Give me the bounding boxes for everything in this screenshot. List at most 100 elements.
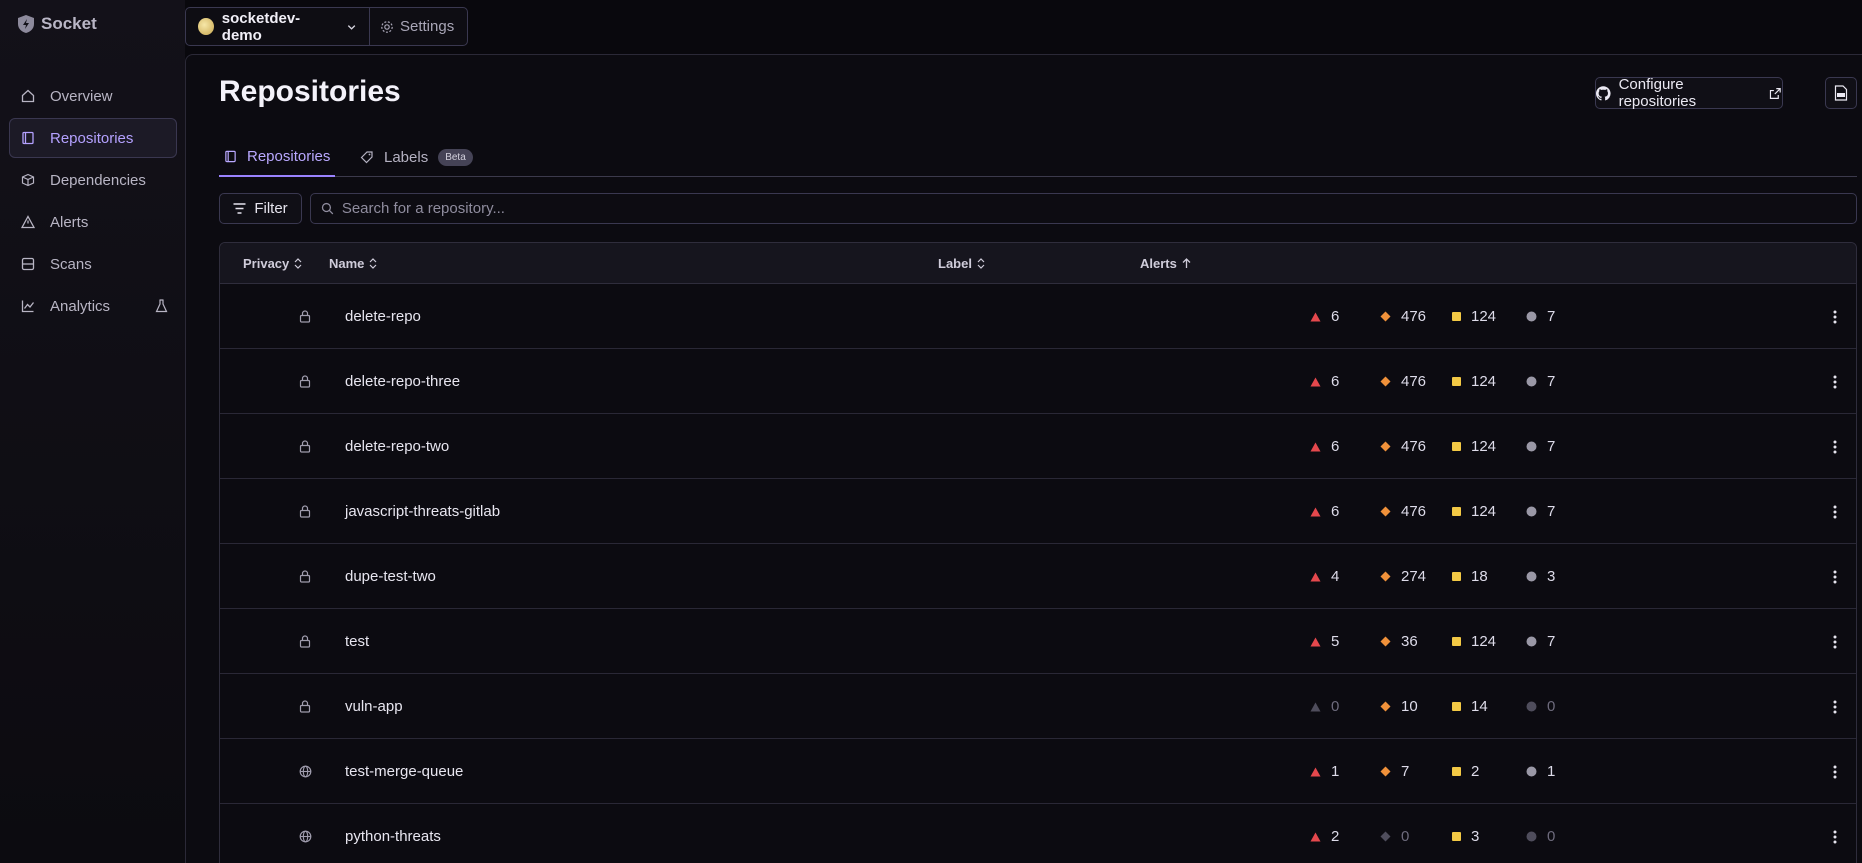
low-alert-count[interactable]: 0 [1526,674,1555,739]
table-row[interactable]: dupe-test-two 4 274 18 3 [220,544,1856,609]
low-alert-count[interactable]: 1 [1526,739,1555,804]
sort-ascending-icon [1182,258,1191,268]
critical-alert-count[interactable]: 1 [1310,739,1339,804]
critical-alert-count[interactable]: 4 [1310,544,1339,609]
repo-name-link[interactable]: delete-repo-three [345,349,460,414]
filter-button[interactable]: Filter [219,193,302,224]
medium-alert-count[interactable]: 2 [1452,739,1479,804]
page-title: Repositories [219,75,401,108]
critical-alert-count[interactable]: 6 [1310,284,1339,349]
tab-bar: Repositories Labels Beta [219,137,1857,177]
repo-name-link[interactable]: javascript-threats-gitlab [345,479,500,544]
export-pdf-button[interactable] [1825,77,1857,109]
table-row[interactable]: delete-repo-three 6 476 124 7 [220,349,1856,414]
configure-repositories-button[interactable]: Configure repositories [1595,76,1783,110]
socket-logo[interactable]: Socket [17,14,97,34]
sidebar-item-scans[interactable]: Scans [9,244,177,284]
org-select-button[interactable]: socketdev-demo [186,8,370,45]
triangle-icon [1310,832,1321,842]
low-alert-count[interactable]: 7 [1526,349,1555,414]
high-alert-count[interactable]: 10 [1380,674,1418,739]
alert-count: 18 [1471,568,1488,585]
square-icon [1452,702,1461,711]
low-alert-count[interactable]: 0 [1526,804,1555,863]
table-row[interactable]: test-merge-queue 1 7 2 1 [220,739,1856,804]
github-icon [1596,85,1611,100]
medium-alert-count[interactable]: 124 [1452,284,1496,349]
alert-count: 124 [1471,503,1497,520]
high-alert-count[interactable]: 36 [1380,609,1418,674]
high-alert-count[interactable]: 274 [1380,544,1426,609]
critical-alert-count[interactable]: 5 [1310,609,1339,674]
sidebar-item-overview[interactable]: Overview [9,76,177,116]
low-alert-count[interactable]: 7 [1526,284,1555,349]
alert-count: 6 [1331,438,1340,455]
critical-alert-count[interactable]: 6 [1310,414,1339,479]
sidebar-item-analytics[interactable]: Analytics [9,286,177,326]
repo-name-link[interactable]: python-threats [345,804,441,863]
repo-name-link[interactable]: delete-repo [345,284,421,349]
external-link-icon [1770,87,1782,99]
critical-alert-count[interactable]: 2 [1310,804,1339,863]
triangle-icon [1310,312,1321,322]
medium-alert-count[interactable]: 18 [1452,544,1488,609]
medium-alert-count[interactable]: 14 [1452,674,1488,739]
low-alert-count[interactable]: 7 [1526,414,1555,479]
sidebar-item-repositories[interactable]: Repositories [9,118,177,158]
table-row[interactable]: delete-repo 6 476 124 7 [220,284,1856,349]
medium-alert-count[interactable]: 124 [1452,479,1496,544]
more-vertical-icon [1833,830,1837,843]
sidebar-item-dependencies[interactable]: Dependencies [9,160,177,200]
row-menu-button[interactable] [1833,414,1837,479]
row-menu-button[interactable] [1833,739,1837,804]
table-row[interactable]: python-threats 2 0 3 0 [220,804,1856,863]
repo-name-link[interactable]: dupe-test-two [345,544,436,609]
medium-alert-count[interactable]: 124 [1452,609,1496,674]
repo-name-link[interactable]: vuln-app [345,674,403,739]
label-column-header[interactable]: Label [938,243,985,284]
repo-name-link[interactable]: delete-repo-two [345,414,449,479]
medium-alert-count[interactable]: 124 [1452,414,1496,479]
table-row[interactable]: javascript-threats-gitlab 6 476 124 7 [220,479,1856,544]
critical-alert-count[interactable]: 6 [1310,479,1339,544]
medium-alert-count[interactable]: 3 [1452,804,1479,863]
critical-alert-count[interactable]: 0 [1310,674,1339,739]
high-alert-count[interactable]: 476 [1380,284,1426,349]
row-menu-button[interactable] [1833,479,1837,544]
high-alert-count[interactable]: 476 [1380,414,1426,479]
org-switcher: socketdev-demo Settings [185,7,468,46]
high-alert-count[interactable]: 7 [1380,739,1409,804]
tab-labels[interactable]: Labels Beta [355,137,478,177]
row-menu-button[interactable] [1833,284,1837,349]
row-menu-button[interactable] [1833,804,1837,863]
medium-alert-count[interactable]: 124 [1452,349,1496,414]
low-alert-count[interactable]: 7 [1526,479,1555,544]
high-alert-count[interactable]: 476 [1380,349,1426,414]
name-column-header[interactable]: Name [329,243,377,284]
lock-icon [299,674,311,739]
diamond-icon [1380,701,1391,712]
tab-repositories[interactable]: Repositories [219,137,336,177]
settings-button[interactable]: Settings [370,8,464,45]
more-vertical-icon [1833,505,1837,518]
high-alert-count[interactable]: 476 [1380,479,1426,544]
row-menu-button[interactable] [1833,349,1837,414]
repo-name-link[interactable]: test-merge-queue [345,739,463,804]
search-input[interactable] [341,200,1856,217]
low-alert-count[interactable]: 7 [1526,609,1555,674]
privacy-column-header[interactable]: Privacy [243,243,302,284]
table-row[interactable]: vuln-app 0 10 14 0 [220,674,1856,739]
high-alert-count[interactable]: 0 [1380,804,1409,863]
row-menu-button[interactable] [1833,674,1837,739]
repo-name-link[interactable]: test [345,609,369,674]
table-row[interactable]: test 5 36 124 7 [220,609,1856,674]
home-icon [20,88,36,104]
row-menu-button[interactable] [1833,609,1837,674]
sidebar-item-alerts[interactable]: Alerts [9,202,177,242]
alerts-column-header[interactable]: Alerts [1140,243,1191,284]
critical-alert-count[interactable]: 6 [1310,349,1339,414]
more-vertical-icon [1833,440,1837,453]
table-row[interactable]: delete-repo-two 6 476 124 7 [220,414,1856,479]
row-menu-button[interactable] [1833,544,1837,609]
low-alert-count[interactable]: 3 [1526,544,1555,609]
